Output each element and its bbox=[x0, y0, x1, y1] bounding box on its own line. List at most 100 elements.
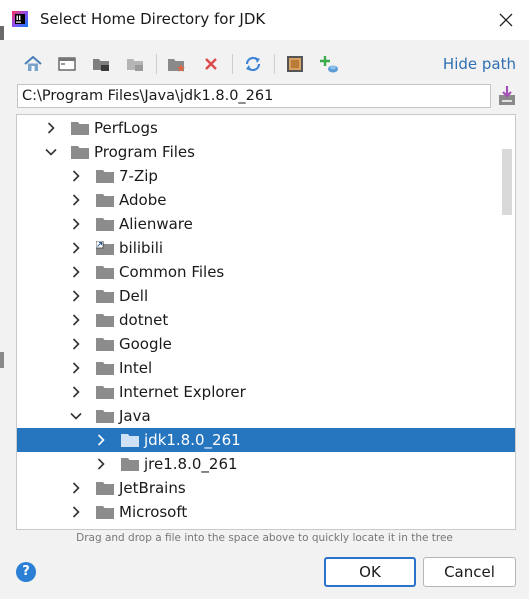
folder-icon bbox=[96, 290, 114, 303]
folder-icon bbox=[96, 266, 114, 279]
new-folder-button[interactable] bbox=[164, 50, 190, 78]
tree-row[interactable]: dotnet bbox=[17, 308, 515, 332]
title-bar: Select Home Directory for JDK bbox=[0, 0, 529, 40]
tree-row[interactable]: Google bbox=[17, 332, 515, 356]
tree-row[interactable]: jre1.8.0_261 bbox=[17, 452, 515, 476]
refresh-icon bbox=[245, 56, 261, 72]
module-icon bbox=[127, 59, 143, 71]
cancel-button[interactable]: Cancel bbox=[423, 557, 516, 587]
chevron-right-icon[interactable] bbox=[70, 266, 82, 278]
project-button[interactable] bbox=[88, 50, 114, 78]
toolbar: Hide path bbox=[16, 50, 516, 78]
tree-row[interactable]: bilibili bbox=[17, 236, 515, 260]
folder-icon bbox=[96, 170, 114, 183]
tree-item-label: Java bbox=[119, 407, 151, 425]
refresh-button[interactable] bbox=[240, 50, 266, 78]
folder-icon bbox=[96, 194, 114, 207]
folder-icon bbox=[96, 410, 114, 423]
chevron-right-icon[interactable] bbox=[95, 458, 107, 470]
tree-row[interactable]: JetBrains bbox=[17, 476, 515, 500]
tree-row[interactable]: Adobe bbox=[17, 188, 515, 212]
help-button[interactable]: ? bbox=[16, 562, 36, 582]
desktop-button[interactable] bbox=[54, 50, 80, 78]
tree-item-label: Common Files bbox=[119, 263, 225, 281]
chevron-down-icon[interactable] bbox=[45, 146, 57, 158]
tree-item-label: Dell bbox=[119, 287, 149, 305]
close-icon bbox=[499, 13, 513, 27]
folder-icon bbox=[96, 218, 114, 231]
show-hidden-button[interactable] bbox=[282, 50, 308, 78]
tree-item-label: dotnet bbox=[119, 311, 169, 329]
tree-row[interactable]: 7-Zip bbox=[17, 164, 515, 188]
show-hidden-icon bbox=[287, 56, 303, 72]
chevron-right-icon[interactable] bbox=[70, 170, 82, 182]
tree-item-label: Intel bbox=[119, 359, 153, 377]
chevron-right-icon[interactable] bbox=[70, 338, 82, 350]
toolbar-separator bbox=[274, 54, 275, 74]
tree-item-label: JetBrains bbox=[119, 479, 186, 497]
desktop-icon bbox=[58, 56, 76, 71]
path-input[interactable]: C:\Program Files\Java\jdk1.8.0_261 bbox=[17, 84, 491, 108]
tree-item-label: Internet Explorer bbox=[119, 383, 246, 401]
background-window-edge bbox=[0, 352, 4, 368]
chevron-right-icon[interactable] bbox=[70, 218, 82, 230]
chevron-right-icon[interactable] bbox=[95, 434, 107, 446]
delete-icon bbox=[205, 58, 217, 70]
chevron-right-icon[interactable] bbox=[70, 314, 82, 326]
tree-row[interactable]: Dell bbox=[17, 284, 515, 308]
module-button[interactable] bbox=[122, 50, 148, 78]
tree-row[interactable]: Microsoft Office bbox=[17, 524, 515, 530]
tree-item-label: Microsoft Office bbox=[119, 527, 236, 529]
ok-button[interactable]: OK bbox=[324, 557, 416, 587]
folder-icon bbox=[121, 458, 139, 471]
tree-row[interactable]: Internet Explorer bbox=[17, 380, 515, 404]
folder-icon bbox=[96, 338, 114, 351]
intellij-app-icon bbox=[12, 11, 28, 27]
chevron-right-icon[interactable] bbox=[70, 290, 82, 302]
file-tree[interactable]: PerfLogs Program Files 7-Zip Adobe Alienware… bbox=[16, 114, 516, 530]
delete-button[interactable] bbox=[198, 50, 224, 78]
chevron-right-icon[interactable] bbox=[70, 362, 82, 374]
tree-row[interactable]: PerfLogs bbox=[17, 116, 515, 140]
dialog-title: Select Home Directory for JDK bbox=[40, 10, 266, 28]
tree-item-label: bilibili bbox=[119, 239, 164, 257]
chevron-down-icon[interactable] bbox=[70, 410, 82, 422]
folder-icon bbox=[96, 506, 114, 519]
folder-shortcut-icon bbox=[96, 241, 114, 255]
home-icon bbox=[24, 56, 42, 71]
tree-item-label: jre1.8.0_261 bbox=[144, 455, 238, 473]
select-jdk-home-dialog: Select Home Directory for JDK Hide path … bbox=[0, 0, 529, 599]
home-button[interactable] bbox=[20, 50, 46, 78]
tree-row[interactable]: Microsoft bbox=[17, 500, 515, 524]
chevron-right-icon[interactable] bbox=[70, 194, 82, 206]
tree-item-label: Alienware bbox=[119, 215, 193, 233]
folder-icon bbox=[71, 146, 89, 159]
folder-icon bbox=[96, 386, 114, 399]
toolbar-separator bbox=[156, 54, 157, 74]
download-path-icon[interactable] bbox=[497, 85, 517, 107]
close-button[interactable] bbox=[483, 0, 529, 40]
chevron-right-icon[interactable] bbox=[70, 506, 82, 518]
new-folder-icon bbox=[168, 58, 185, 72]
chevron-right-icon[interactable] bbox=[70, 386, 82, 398]
folder-icon bbox=[96, 362, 114, 375]
hide-path-link[interactable]: Hide path bbox=[443, 55, 516, 73]
chevron-right-icon[interactable] bbox=[70, 242, 82, 254]
tree-scrollbar-thumb[interactable] bbox=[502, 149, 512, 215]
tree-item-label: Adobe bbox=[119, 191, 167, 209]
tree-item-label: Program Files bbox=[94, 143, 195, 161]
chevron-right-icon[interactable] bbox=[70, 482, 82, 494]
folder-icon bbox=[96, 529, 114, 530]
project-icon bbox=[93, 59, 109, 71]
tree-row[interactable]: Java bbox=[17, 404, 515, 428]
tree-row[interactable]: Program Files bbox=[17, 140, 515, 164]
chevron-right-icon[interactable] bbox=[45, 122, 57, 134]
folder-icon bbox=[121, 434, 139, 447]
drag-drop-hint: Drag and drop a file into the space abov… bbox=[76, 532, 453, 544]
add-button[interactable] bbox=[316, 50, 342, 78]
tree-row[interactable]: jdk1.8.0_261 bbox=[17, 428, 515, 452]
tree-row[interactable]: Alienware bbox=[17, 212, 515, 236]
tree-item-label: jdk1.8.0_261 bbox=[144, 431, 241, 449]
tree-row[interactable]: Intel bbox=[17, 356, 515, 380]
tree-row[interactable]: Common Files bbox=[17, 260, 515, 284]
